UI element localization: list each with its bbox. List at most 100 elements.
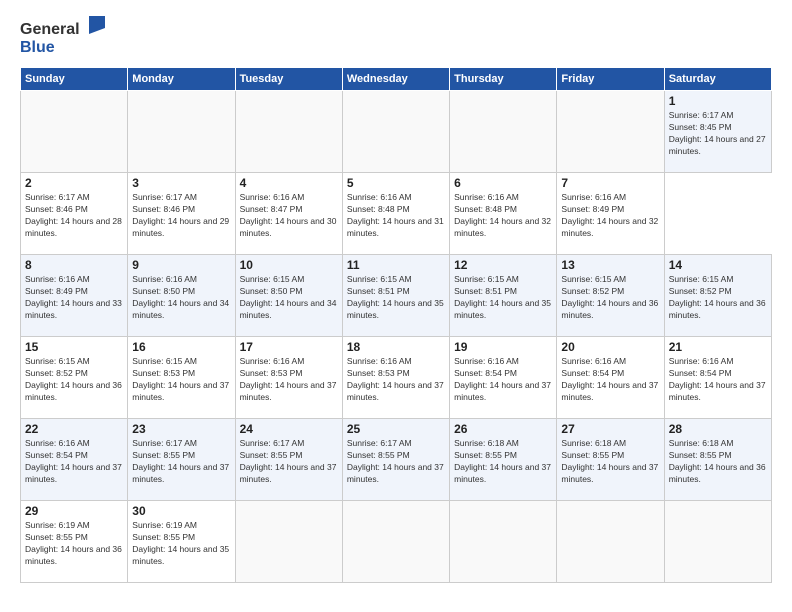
day-header-friday: Friday <box>557 68 664 91</box>
day-number: 1 <box>669 94 767 108</box>
calendar-week-4: 15Sunrise: 6:15 AMSunset: 8:52 PMDayligh… <box>21 337 772 419</box>
logo-blue-text: Blue <box>20 39 55 56</box>
empty-cell <box>450 501 557 583</box>
day-number: 6 <box>454 176 552 190</box>
calendar-week-1: 1 Sunrise: 6:17 AMSunset: 8:45 PMDaylight… <box>21 91 772 173</box>
cell-info: Sunrise: 6:15 AMSunset: 8:53 PMDaylight:… <box>132 356 229 402</box>
day-header-monday: Monday <box>128 68 235 91</box>
calendar-page: General Blue SundayMondayTuesdayWednesda… <box>0 0 792 612</box>
day-number: 11 <box>347 258 445 272</box>
logo-icon <box>83 16 105 34</box>
day-number: 2 <box>25 176 123 190</box>
day-number: 28 <box>669 422 767 436</box>
day-number: 9 <box>132 258 230 272</box>
cell-info: Sunrise: 6:17 AMSunset: 8:55 PMDaylight:… <box>240 438 337 484</box>
calendar-cell-day-23: 23 Sunrise: 6:17 AMSunset: 8:55 PMDayligh… <box>128 419 235 501</box>
day-number: 10 <box>240 258 338 272</box>
day-number: 21 <box>669 340 767 354</box>
calendar-cell-day-25: 25Sunrise: 6:17 AMSunset: 8:55 PMDayligh… <box>342 419 449 501</box>
day-number: 17 <box>240 340 338 354</box>
empty-cell <box>557 91 664 173</box>
calendar-week-6: 29 Sunrise: 6:19 AMSunset: 8:55 PMDayligh… <box>21 501 772 583</box>
cell-info: Sunrise: 6:16 AMSunset: 8:47 PMDaylight:… <box>240 192 337 238</box>
calendar-cell-day-20: 20 Sunrise: 6:16 AMSunset: 8:54 PMDayligh… <box>557 337 664 419</box>
cell-info: Sunrise: 6:18 AMSunset: 8:55 PMDaylight:… <box>561 438 658 484</box>
calendar-cell-day-29: 29 Sunrise: 6:19 AMSunset: 8:55 PMDayligh… <box>21 501 128 583</box>
calendar-week-3: 8 Sunrise: 6:16 AMSunset: 8:49 PMDaylight… <box>21 255 772 337</box>
cell-info: Sunrise: 6:17 AMSunset: 8:46 PMDaylight:… <box>25 192 122 238</box>
calendar-cell-day-7: 7Sunrise: 6:16 AMSunset: 8:49 PMDaylight… <box>557 173 664 255</box>
calendar-cell-day-6: 6 Sunrise: 6:16 AMSunset: 8:48 PMDaylight… <box>450 173 557 255</box>
calendar-cell-day-27: 27 Sunrise: 6:18 AMSunset: 8:55 PMDayligh… <box>557 419 664 501</box>
cell-info: Sunrise: 6:19 AMSunset: 8:55 PMDaylight:… <box>25 520 122 566</box>
calendar-cell-day-16: 16Sunrise: 6:15 AMSunset: 8:53 PMDayligh… <box>128 337 235 419</box>
calendar-body: 1 Sunrise: 6:17 AMSunset: 8:45 PMDaylight… <box>21 91 772 583</box>
day-number: 23 <box>132 422 230 436</box>
cell-info: Sunrise: 6:17 AMSunset: 8:45 PMDaylight:… <box>669 110 766 156</box>
cell-info: Sunrise: 6:16 AMSunset: 8:49 PMDaylight:… <box>25 274 122 320</box>
calendar-cell-day-11: 11 Sunrise: 6:15 AMSunset: 8:51 PMDayligh… <box>342 255 449 337</box>
cell-info: Sunrise: 6:16 AMSunset: 8:54 PMDaylight:… <box>25 438 122 484</box>
day-number: 18 <box>347 340 445 354</box>
cell-info: Sunrise: 6:16 AMSunset: 8:54 PMDaylight:… <box>454 356 551 402</box>
calendar-cell-day-4: 4 Sunrise: 6:16 AMSunset: 8:47 PMDaylight… <box>235 173 342 255</box>
day-header-sunday: Sunday <box>21 68 128 91</box>
day-number: 15 <box>25 340 123 354</box>
empty-cell <box>342 501 449 583</box>
day-header-thursday: Thursday <box>450 68 557 91</box>
calendar-cell-day-24: 24 Sunrise: 6:17 AMSunset: 8:55 PMDayligh… <box>235 419 342 501</box>
day-number: 5 <box>347 176 445 190</box>
day-number: 22 <box>25 422 123 436</box>
calendar-cell-day-18: 18Sunrise: 6:16 AMSunset: 8:53 PMDayligh… <box>342 337 449 419</box>
calendar-cell-day-10: 10 Sunrise: 6:15 AMSunset: 8:50 PMDayligh… <box>235 255 342 337</box>
cell-info: Sunrise: 6:17 AMSunset: 8:55 PMDaylight:… <box>132 438 229 484</box>
day-number: 24 <box>240 422 338 436</box>
cell-info: Sunrise: 6:15 AMSunset: 8:50 PMDaylight:… <box>240 274 337 320</box>
calendar-cell-day-2: 2 Sunrise: 6:17 AMSunset: 8:46 PMDaylight… <box>21 173 128 255</box>
cell-info: Sunrise: 6:15 AMSunset: 8:51 PMDaylight:… <box>454 274 551 320</box>
day-number: 8 <box>25 258 123 272</box>
cell-info: Sunrise: 6:18 AMSunset: 8:55 PMDaylight:… <box>454 438 551 484</box>
day-header-wednesday: Wednesday <box>342 68 449 91</box>
calendar-cell-day-12: 12 Sunrise: 6:15 AMSunset: 8:51 PMDayligh… <box>450 255 557 337</box>
day-header-saturday: Saturday <box>664 68 771 91</box>
empty-cell <box>128 91 235 173</box>
calendar-cell-day-9: 9Sunrise: 6:16 AMSunset: 8:50 PMDaylight… <box>128 255 235 337</box>
calendar-week-5: 22 Sunrise: 6:16 AMSunset: 8:54 PMDayligh… <box>21 419 772 501</box>
empty-cell <box>342 91 449 173</box>
day-number: 30 <box>132 504 230 518</box>
calendar-cell-day-5: 5 Sunrise: 6:16 AMSunset: 8:48 PMDaylight… <box>342 173 449 255</box>
calendar-week-2: 2 Sunrise: 6:17 AMSunset: 8:46 PMDaylight… <box>21 173 772 255</box>
empty-cell <box>557 501 664 583</box>
day-number: 12 <box>454 258 552 272</box>
empty-cell <box>21 91 128 173</box>
calendar-cell-day-1: 1 Sunrise: 6:17 AMSunset: 8:45 PMDaylight… <box>664 91 771 173</box>
cell-info: Sunrise: 6:15 AMSunset: 8:52 PMDaylight:… <box>561 274 658 320</box>
calendar-table: SundayMondayTuesdayWednesdayThursdayFrid… <box>20 67 772 583</box>
calendar-cell-day-19: 19Sunrise: 6:16 AMSunset: 8:54 PMDayligh… <box>450 337 557 419</box>
cell-info: Sunrise: 6:17 AMSunset: 8:55 PMDaylight:… <box>347 438 444 484</box>
day-number: 3 <box>132 176 230 190</box>
day-number: 4 <box>240 176 338 190</box>
day-number: 27 <box>561 422 659 436</box>
logo: General Blue <box>20 16 105 57</box>
cell-info: Sunrise: 6:16 AMSunset: 8:54 PMDaylight:… <box>561 356 658 402</box>
day-number: 20 <box>561 340 659 354</box>
cell-info: Sunrise: 6:16 AMSunset: 8:48 PMDaylight:… <box>454 192 551 238</box>
calendar-cell-day-28: 28Sunrise: 6:18 AMSunset: 8:55 PMDayligh… <box>664 419 771 501</box>
cell-info: Sunrise: 6:16 AMSunset: 8:48 PMDaylight:… <box>347 192 444 238</box>
day-number: 29 <box>25 504 123 518</box>
day-number: 26 <box>454 422 552 436</box>
day-header-tuesday: Tuesday <box>235 68 342 91</box>
cell-info: Sunrise: 6:16 AMSunset: 8:53 PMDaylight:… <box>240 356 337 402</box>
day-number: 14 <box>669 258 767 272</box>
day-number: 13 <box>561 258 659 272</box>
cell-info: Sunrise: 6:17 AMSunset: 8:46 PMDaylight:… <box>132 192 229 238</box>
calendar-cell-day-26: 26 Sunrise: 6:18 AMSunset: 8:55 PMDayligh… <box>450 419 557 501</box>
day-number: 7 <box>561 176 659 190</box>
calendar-cell-day-14: 14Sunrise: 6:15 AMSunset: 8:52 PMDayligh… <box>664 255 771 337</box>
empty-cell <box>664 501 771 583</box>
empty-cell <box>235 501 342 583</box>
cell-info: Sunrise: 6:15 AMSunset: 8:51 PMDaylight:… <box>347 274 444 320</box>
calendar-cell-day-15: 15Sunrise: 6:15 AMSunset: 8:52 PMDayligh… <box>21 337 128 419</box>
